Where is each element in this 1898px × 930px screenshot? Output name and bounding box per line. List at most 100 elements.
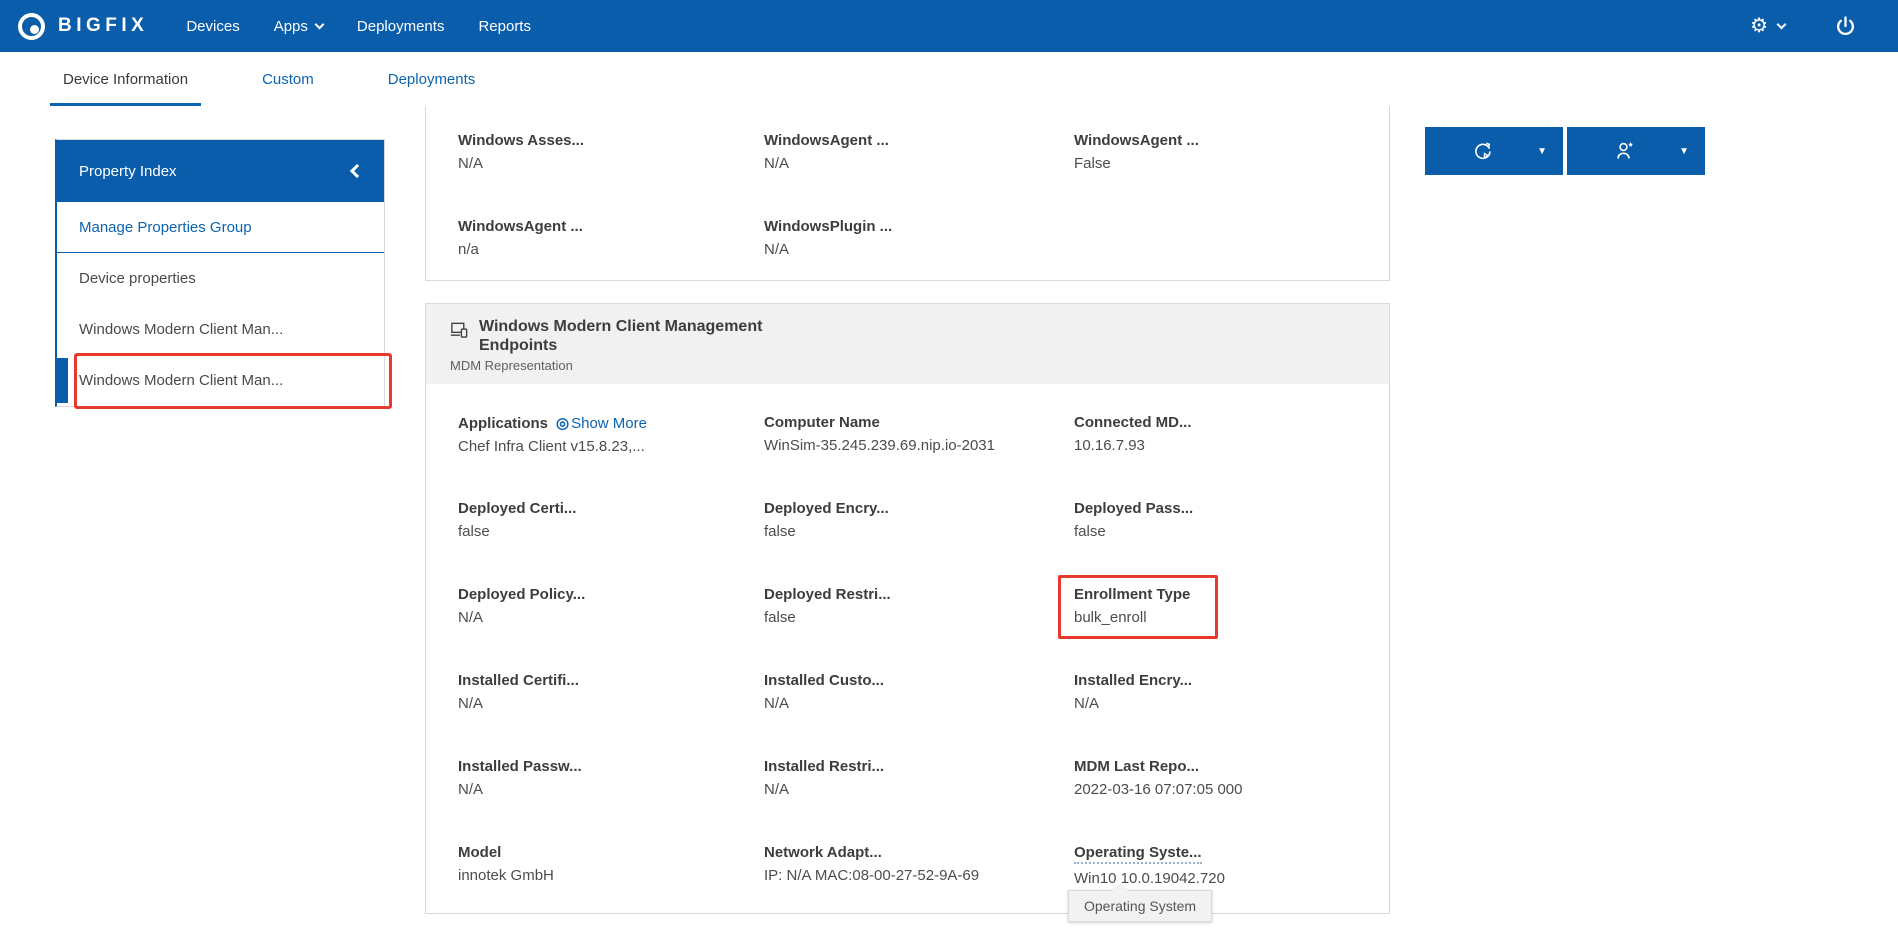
mdm-endpoints-card: Windows Modern Client Management Endpoin… [425, 303, 1390, 914]
property-value: false [764, 609, 1074, 626]
nav-apps-label: Apps [274, 18, 308, 35]
property-label: Connected MD... [1074, 414, 1357, 431]
add-user-action-button[interactable]: ▼ [1567, 127, 1705, 175]
property-cell: WindowsAgent ... N/A [764, 132, 1074, 218]
mdm-card-subtitle: MDM Representation [450, 358, 1365, 373]
property-index-panel: Property Index Manage Properties Group D… [55, 139, 385, 407]
property-index-title: Property Index [79, 163, 177, 180]
chevron-down-icon[interactable]: ▼ [1679, 146, 1689, 157]
tab-device-information[interactable]: Device Information [50, 52, 201, 106]
property-label: Windows Asses... [458, 132, 764, 149]
property-value: false [764, 523, 1074, 540]
operating-system-tooltip: Operating System [1068, 890, 1212, 922]
settings-menu-button[interactable]: ⚙ [1750, 16, 1785, 36]
nav-devices-label: Devices [186, 18, 239, 35]
windows-properties-card: Windows Asses... N/A WindowsAgent ... N/… [425, 106, 1390, 281]
sidebar-item-label: Manage Properties Group [79, 219, 252, 236]
property-label: WindowsPlugin ... [764, 218, 1074, 235]
bigfix-logo-icon [18, 13, 45, 40]
gear-icon: ⚙ [1750, 16, 1768, 36]
tab-label: Device Information [63, 71, 188, 88]
property-label: Installed Encry... [1074, 672, 1357, 689]
sidebar-item-windows-modern-client-1[interactable]: Windows Modern Client Man... [57, 304, 384, 355]
sidebar-item-windows-modern-client-2[interactable]: Windows Modern Client Man... [57, 355, 384, 406]
user-star-icon [1613, 139, 1637, 163]
nav-item-reports[interactable]: Reports [478, 0, 531, 52]
bigfix-logo-dot [30, 25, 39, 34]
chevron-down-icon [314, 19, 324, 29]
property-value: N/A [1074, 695, 1357, 712]
property-cell: Model innotek GmbH [458, 844, 764, 930]
chevron-down-icon[interactable]: ▼ [1537, 146, 1547, 157]
property-cell: Windows Asses... N/A [458, 132, 764, 218]
property-cell-operating-system: Operating Syste... Win10 10.0.19042.720 … [1074, 844, 1357, 930]
tab-label: Custom [262, 71, 314, 88]
logout-button[interactable] [1835, 16, 1856, 37]
property-value: 10.16.7.93 [1074, 437, 1357, 454]
property-value: WinSim-35.245.239.69.nip.io-2031 [764, 437, 1074, 454]
property-label: Installed Certifi... [458, 672, 764, 689]
property-value: N/A [764, 781, 1074, 798]
mdm-card-title: Windows Modern Client Management Endpoin… [479, 317, 824, 355]
property-cell: Deployed Encry... false [764, 500, 1074, 586]
tab-custom[interactable]: Custom [249, 52, 327, 106]
tab-deployments[interactable]: Deployments [375, 52, 489, 106]
property-cell: WindowsAgent ... False [1074, 132, 1357, 218]
tab-label: Deployments [388, 71, 476, 88]
property-value: 2022-03-16 07:07:05 000 [1074, 781, 1357, 798]
property-value: n/a [458, 241, 764, 258]
property-label: MDM Last Repo... [1074, 758, 1357, 775]
property-label: Computer Name [764, 414, 1074, 431]
property-cell: Deployed Pass... false [1074, 500, 1357, 586]
property-label: Operating Syste... [1074, 844, 1357, 864]
mdm-card-header: Windows Modern Client Management Endpoin… [426, 304, 1389, 384]
sidebar-item-label: Windows Modern Client Man... [79, 372, 283, 389]
top-navigation-bar: BIGFIX Devices Apps Deployments Reports … [0, 0, 1898, 52]
property-label: Installed Custo... [764, 672, 1074, 689]
sidebar-item-label: Windows Modern Client Man... [79, 321, 283, 338]
property-value: Chef Infra Client v15.8.23,... [458, 438, 764, 455]
sidebar-item-manage-properties-group[interactable]: Manage Properties Group [57, 202, 384, 253]
property-cell: Deployed Restri... false [764, 586, 1074, 672]
applications-label: Applications [458, 415, 548, 432]
nav-deployments-label: Deployments [357, 18, 445, 35]
nav-reports-label: Reports [478, 18, 531, 35]
property-value: N/A [458, 609, 764, 626]
property-value: bulk_enroll [1074, 609, 1357, 626]
property-cell: MDM Last Repo... 2022-03-16 07:07:05 000 [1074, 758, 1357, 844]
property-cell: Connected MD... 10.16.7.93 [1074, 414, 1357, 500]
property-value: false [1074, 523, 1357, 540]
property-label: WindowsAgent ... [764, 132, 1074, 149]
property-index-header[interactable]: Property Index [57, 140, 384, 202]
tooltip-caret [1112, 882, 1128, 891]
properties-grid: Windows Asses... N/A WindowsAgent ... N/… [458, 132, 1357, 304]
property-cell: Installed Encry... N/A [1074, 672, 1357, 758]
property-cell: WindowsPlugin ... N/A [764, 218, 1074, 304]
property-cell: Deployed Certi... false [458, 500, 764, 586]
property-label: Installed Restri... [764, 758, 1074, 775]
property-label: Deployed Encry... [764, 500, 1074, 517]
nav-item-apps[interactable]: Apps [274, 0, 323, 52]
page-tabs: Device Information Custom Deployments [0, 52, 1898, 106]
collapse-chevron-icon[interactable] [350, 164, 364, 178]
deploy-action-button[interactable]: ▼ [1425, 127, 1563, 175]
mdm-properties-grid: Applications◎Show More Chef Infra Client… [426, 384, 1389, 930]
show-more-link[interactable]: Show More [571, 415, 647, 432]
nav-item-deployments[interactable]: Deployments [357, 0, 445, 52]
property-cell: Installed Custo... N/A [764, 672, 1074, 758]
property-value: N/A [458, 155, 764, 172]
property-cell-applications: Applications◎Show More Chef Infra Client… [458, 414, 764, 500]
mdm-device-icon [450, 320, 469, 339]
nav-item-devices[interactable]: Devices [186, 0, 239, 52]
topbar-right-controls: ⚙ [1750, 16, 1856, 37]
sidebar-item-device-properties[interactable]: Device properties [57, 253, 384, 304]
operating-system-label[interactable]: Operating Syste... [1074, 844, 1202, 864]
property-value: N/A [764, 695, 1074, 712]
main-nav: Devices Apps Deployments Reports [186, 0, 531, 52]
property-label: Enrollment Type [1074, 586, 1357, 603]
property-label: Deployed Certi... [458, 500, 764, 517]
property-value: False [1074, 155, 1357, 172]
property-label: WindowsAgent ... [1074, 132, 1357, 149]
property-label: Deployed Restri... [764, 586, 1074, 603]
property-cell: Installed Certifi... N/A [458, 672, 764, 758]
